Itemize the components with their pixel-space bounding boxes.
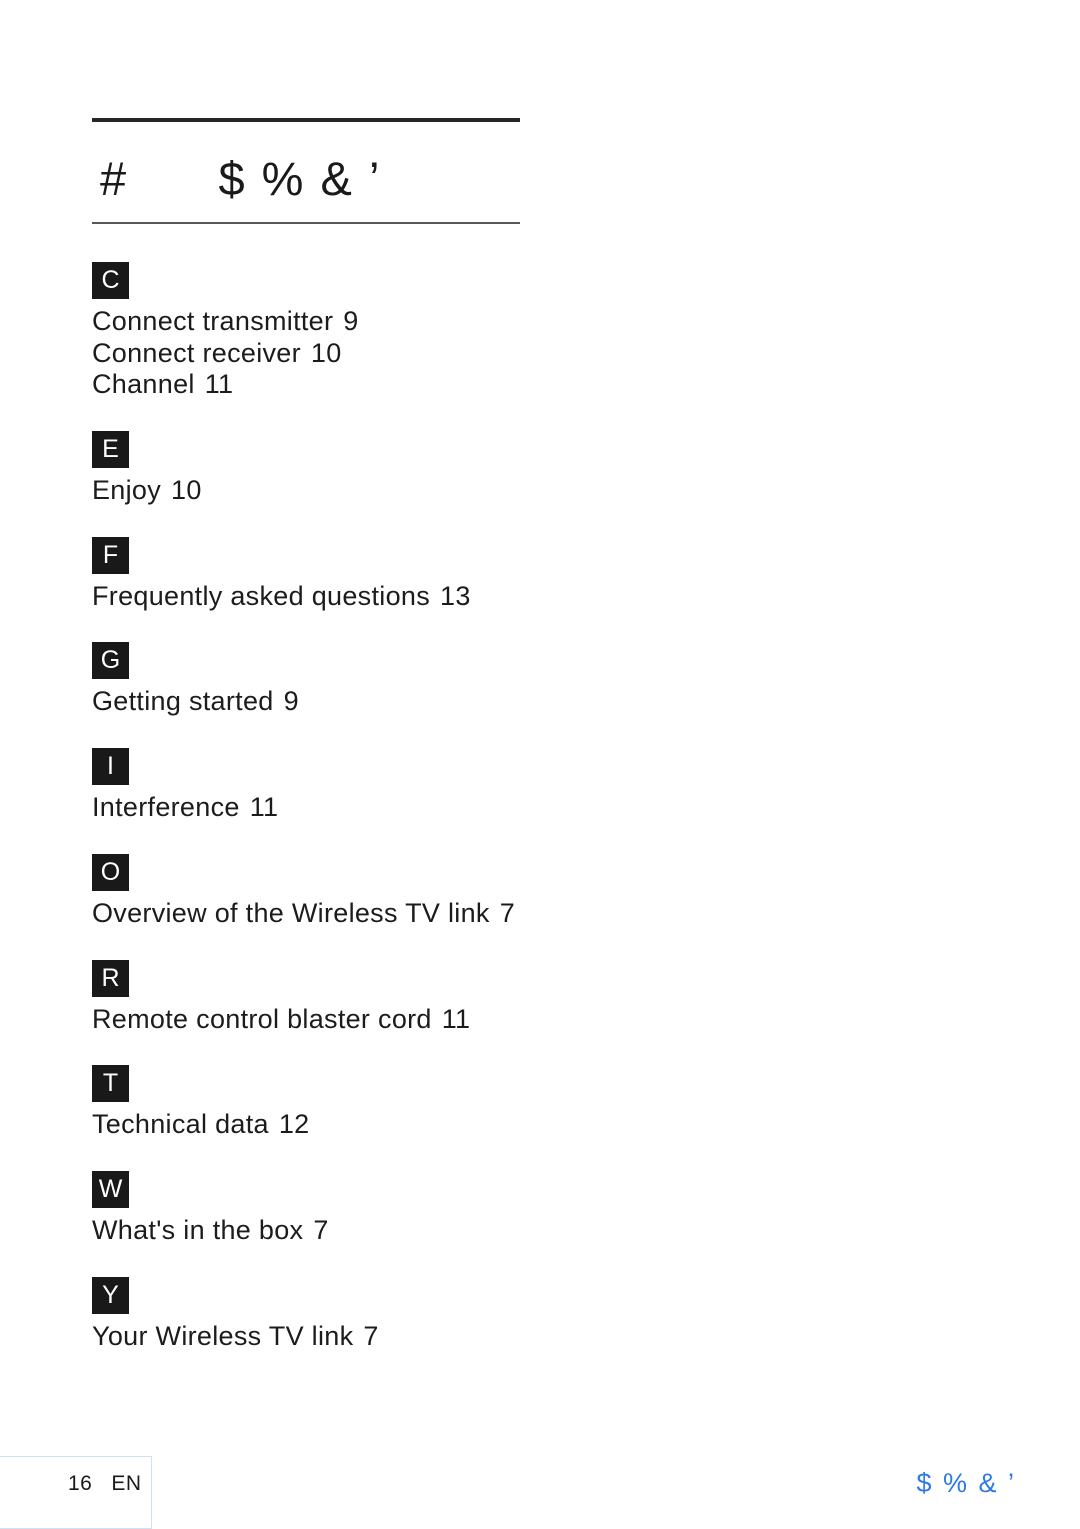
index-entry-title: Your Wireless TV link	[92, 1320, 354, 1351]
index-group-letter: R	[92, 959, 129, 997]
index-entry-page-number: 10	[310, 337, 342, 368]
index-entry[interactable]: Enjoy 10	[92, 475, 792, 507]
index-entry-page-number: 7	[499, 897, 516, 928]
index-entry[interactable]: Technical data 12	[92, 1109, 792, 1141]
index-group-entries: Enjoy 10	[92, 475, 792, 507]
index-entry-page-number: 9	[343, 306, 359, 336]
index-entry-page-number: 9	[283, 686, 299, 717]
index-entry-title: Connect receiver	[92, 337, 301, 368]
index-entry[interactable]: Interference 11	[92, 792, 792, 824]
index-entry[interactable]: Remote control blaster cord 11	[92, 1004, 792, 1036]
index-group-letter: I	[92, 748, 129, 786]
index-group-letter: F	[92, 536, 129, 574]
index-group-entries: Remote control blaster cord 11	[92, 1004, 792, 1036]
index-entry-title: Remote control blaster cord	[92, 1003, 432, 1034]
index-entry-page-number: 7	[363, 1320, 379, 1351]
index-group: E Enjoy 10	[92, 431, 792, 507]
index-group-letter: C	[92, 262, 129, 299]
index-entry-page-number: 10	[171, 475, 202, 506]
index-entry-title: Frequently asked questions	[92, 580, 430, 611]
page-title: # $ % & ’	[100, 152, 382, 205]
index-group-entries: Technical data 12	[92, 1109, 792, 1141]
index-group-letter: E	[92, 431, 129, 469]
index-group-entries: Frequently asked questions 13	[92, 581, 792, 613]
index-entry-page-number: 7	[313, 1214, 329, 1245]
index-entry-title: Technical data	[92, 1109, 269, 1140]
index-entry[interactable]: Connect transmitter 9	[92, 306, 792, 338]
index-group-entries: Interference 11	[92, 792, 792, 824]
index-entry[interactable]: Channel 11	[92, 369, 792, 401]
index-entry[interactable]: Connect receiver 10	[92, 338, 792, 370]
index-group: I Interference 11	[92, 748, 792, 824]
index-group: R Remote control blaster cord 11	[92, 959, 792, 1036]
index-group-letter: W	[92, 1170, 129, 1208]
index-group: Y Your Wireless TV link 7	[92, 1276, 792, 1353]
index-entry[interactable]: Overview of the Wireless TV link 7	[92, 898, 792, 930]
index-entry[interactable]: What's in the box 7	[92, 1215, 792, 1247]
index-entry-title: Connect transmitter	[92, 306, 334, 336]
index-group-entries: Connect transmitter 9 Connect receiver 10 Ch…	[92, 306, 792, 401]
index-group: T Technical data 12	[92, 1065, 792, 1141]
index-group: G Getting started 9	[92, 642, 792, 718]
index-entry-page-number: 13	[440, 580, 471, 611]
index-group-entries: What's in the box 7	[92, 1215, 792, 1247]
index-group-letter: G	[92, 642, 129, 680]
index-entry-page-number: 11	[249, 792, 279, 823]
index-entry-page-number: 12	[278, 1109, 310, 1140]
footer-page-info: 16 EN	[68, 1472, 142, 1495]
index-group: F Frequently asked questions 13	[92, 536, 792, 613]
index-entry-page-number: 11	[441, 1003, 471, 1034]
index-group-letter: T	[92, 1065, 129, 1103]
index-entry-title: Interference	[92, 792, 240, 823]
document-page: # $ % & ’ C Connect transmitter 9 Connect r…	[0, 0, 1080, 1529]
footer-brand-label: $ % & ’	[916, 1468, 1016, 1498]
page-footer: 16 EN $ % & ’	[0, 1456, 1080, 1529]
page-heading-block: # $ % & ’	[92, 118, 520, 224]
index-group-letter: Y	[92, 1276, 129, 1314]
index-entry-title: Getting started	[92, 686, 274, 717]
index-entry[interactable]: Frequently asked questions 13	[92, 581, 792, 613]
index-entry-title: Enjoy	[92, 475, 162, 506]
index-entry[interactable]: Getting started 9	[92, 686, 792, 718]
index-entry-title: What's in the box	[92, 1214, 304, 1245]
index-entry-page-number: 11	[204, 369, 234, 400]
heading-rule-bottom	[92, 222, 520, 224]
index-entry[interactable]: Your Wireless TV link 7	[92, 1321, 792, 1353]
index-group-letter: O	[92, 853, 129, 891]
index-entry-title: Channel	[92, 369, 195, 400]
index-group: W What's in the box 7	[92, 1170, 792, 1247]
index-list: C Connect transmitter 9 Connect receiver 10 C…	[92, 262, 792, 1382]
index-group-entries: Getting started 9	[92, 686, 792, 718]
index-group: O Overview of the Wireless TV link 7	[92, 853, 792, 930]
index-group: C Connect transmitter 9 Connect receiver 10 C…	[92, 262, 792, 401]
index-group-entries: Your Wireless TV link 7	[92, 1321, 792, 1353]
index-group-entries: Overview of the Wireless TV link 7	[92, 898, 792, 930]
index-entry-title: Overview of the Wireless TV link	[92, 897, 490, 928]
